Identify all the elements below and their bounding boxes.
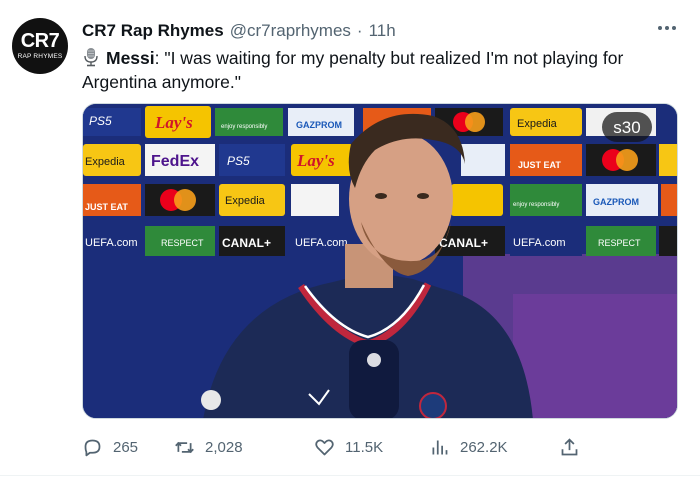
retweet-count: 2,028 [205, 438, 243, 456]
microphone-graphic [349, 340, 399, 418]
board-uefa-text-2: UEFA.com [295, 237, 348, 249]
share-button[interactable] [559, 434, 580, 460]
divider [0, 475, 700, 476]
board-expedia-text: Expedia [517, 118, 558, 130]
board-ps5-text-2: PS5 [227, 154, 250, 168]
board-expedia-text-3: Expedia [225, 195, 266, 207]
board-canal-text: CANAL+ [222, 236, 271, 250]
share-icon [561, 437, 578, 455]
like-button[interactable]: 11.5K [314, 434, 383, 460]
tweet-header: CR7 Rap Rhymes @cr7raprhymes · 11h [82, 20, 396, 42]
board-fedex-text: FedEx [151, 153, 199, 170]
retweet-icon [175, 441, 194, 453]
heart-icon [315, 439, 334, 455]
board-gazprom-text: GAZPROM [296, 120, 342, 130]
microphone-icon [84, 48, 98, 67]
like-count: 11.5K [345, 438, 384, 456]
separator-dot: · [356, 21, 363, 40]
board-uefa-text-3: UEFA.com [513, 237, 566, 249]
quote-text: : "I was waiting for my penalty but real… [82, 48, 624, 92]
board-uefa-text: UEFA.com [85, 237, 138, 249]
board-responsibly-text-2: enjoy responsibly [513, 202, 559, 208]
video-frame: PS5 Lay's enjoy responsibly GAZPROM Expe… [83, 104, 677, 418]
retweet-button[interactable]: 2,028 [174, 434, 243, 460]
reply-icon [84, 439, 101, 456]
user-handle[interactable]: @cr7raprhymes [230, 21, 351, 41]
avatar[interactable]: CR7 RAP RHYMES [12, 18, 68, 74]
reply-count: 265 [113, 438, 139, 456]
board-respect-text-2: RESPECT [598, 238, 641, 248]
more-options-icon[interactable] [656, 22, 678, 34]
avatar-logo-subtitle: RAP RHYMES [17, 53, 63, 60]
views-button[interactable]: 262.2K [429, 434, 508, 460]
board-justeat-text-2: JUST EAT [85, 202, 128, 212]
board-lays-text: Lay's [154, 113, 193, 132]
board-expedia-text-2: Expedia [85, 156, 126, 168]
media-video[interactable]: PS5 Lay's enjoy responsibly GAZPROM Expe… [82, 103, 678, 419]
views-chart-icon [432, 440, 448, 454]
avatar-logo: CR7 [20, 30, 60, 52]
reply-button[interactable]: 265 [82, 434, 138, 460]
board-justeat-text: JUST EAT [518, 160, 561, 170]
board-canal-text-2: CANAL+ [439, 236, 488, 250]
board-ps5-text: PS5 [89, 114, 112, 128]
display-name[interactable]: CR7 Rap Rhymes [82, 21, 224, 41]
board-gazprom-text-2: GAZPROM [593, 197, 639, 207]
views-count: 262.2K [460, 438, 508, 456]
timestamp[interactable]: 11h [369, 21, 396, 41]
board-respect-text: RESPECT [161, 238, 204, 248]
speaker-name: Messi [106, 48, 155, 68]
tweet-text: Messi: "I was waiting for my penalty but… [82, 46, 672, 94]
tweet-actions: 265 2,028 11.5K 262.2K [82, 434, 602, 460]
board-responsibly-text: enjoy responsibly [221, 124, 267, 130]
video-badge-text: s30 [613, 118, 640, 137]
board-lays-text-2: Lay's [296, 151, 335, 170]
tweet-card[interactable]: CR7 RAP RHYMES CR7 Rap Rhymes @cr7raprhy… [0, 0, 700, 485]
